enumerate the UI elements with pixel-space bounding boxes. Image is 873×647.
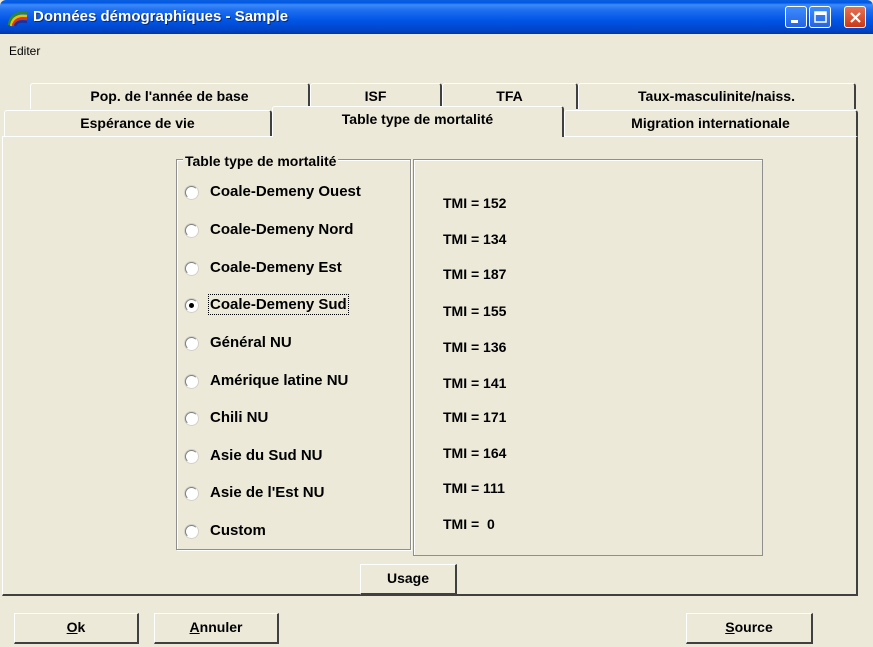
ok-mnemonic: O: [66, 619, 78, 635]
close-icon: [850, 12, 861, 23]
source-mnemonic: S: [725, 619, 735, 635]
tmi-value: TMI = 141: [443, 375, 507, 391]
source-button[interactable]: Source: [686, 613, 813, 644]
tmi-value: TMI = 171: [443, 409, 507, 425]
close-button[interactable]: [844, 6, 866, 28]
cancel-label: nnuler: [199, 619, 243, 635]
rainbow-app-icon: [7, 11, 28, 27]
tab-esperance-vie[interactable]: Espérance de vie: [4, 110, 272, 136]
radio-button-icon[interactable]: [185, 525, 198, 538]
radio-label: Amérique latine NU: [210, 372, 349, 389]
radio-button-checked-icon[interactable]: [185, 299, 198, 312]
tmi-value: TMI = 152: [443, 195, 507, 211]
ok-button[interactable]: Ok: [14, 613, 139, 644]
group-title: Table type de mortalité: [183, 153, 339, 169]
radio-button-icon[interactable]: [185, 375, 198, 388]
radio-label: Coale-Demeny Est: [210, 259, 342, 276]
radio-label: Chili NU: [210, 409, 269, 426]
radio-label: Général NU: [210, 334, 292, 351]
radio-button-icon[interactable]: [185, 412, 198, 425]
radio-button-icon[interactable]: [185, 186, 198, 199]
radio-button-icon[interactable]: [185, 487, 198, 500]
tmi-value: TMI = 187: [443, 266, 507, 282]
tmi-value: TMI = 0: [443, 516, 495, 532]
radio-label: Asie de l'Est NU: [210, 484, 325, 501]
radio-label: Coale-Demeny Ouest: [210, 183, 361, 200]
tmi-panel: [413, 159, 763, 556]
tab-pop-annee-base[interactable]: Pop. de l'année de base: [30, 83, 310, 109]
tab-migration-internationale[interactable]: Migration internationale: [564, 110, 858, 136]
radio-button-icon[interactable]: [185, 224, 198, 237]
minimize-icon: [791, 20, 798, 23]
radio-button-icon[interactable]: [185, 262, 198, 275]
minimize-button[interactable]: [785, 6, 807, 28]
maximize-button[interactable]: [809, 6, 831, 28]
maximize-icon: [814, 11, 827, 23]
source-label: ource: [734, 619, 773, 635]
title-bar[interactable]: Données démographiques - Sample: [0, 0, 873, 34]
tmi-value: TMI = 136: [443, 339, 507, 355]
ok-label: k: [77, 619, 86, 635]
tab-table-type-mortalite[interactable]: Table type de mortalité: [272, 106, 564, 137]
radio-button-icon[interactable]: [185, 450, 198, 463]
tab-taux-masculinite[interactable]: Taux-masculinite/naiss.: [578, 83, 856, 109]
tmi-value: TMI = 134: [443, 231, 507, 247]
cancel-button[interactable]: Annuler: [154, 613, 279, 644]
tmi-value: TMI = 164: [443, 445, 507, 461]
radio-button-icon[interactable]: [185, 337, 198, 350]
radio-label: Custom: [210, 522, 266, 539]
tmi-value: TMI = 111: [443, 480, 505, 496]
menu-edit[interactable]: Editer: [9, 44, 40, 58]
usage-button[interactable]: Usage: [360, 564, 457, 595]
tmi-value: TMI = 155: [443, 303, 507, 319]
radio-label: Asie du Sud NU: [210, 447, 323, 464]
cancel-mnemonic: A: [189, 619, 200, 635]
radio-label: Coale-Demeny Nord: [210, 221, 354, 238]
radio-label: Coale-Demeny Sud: [208, 294, 349, 315]
window-title: Données démographiques - Sample: [33, 8, 289, 25]
